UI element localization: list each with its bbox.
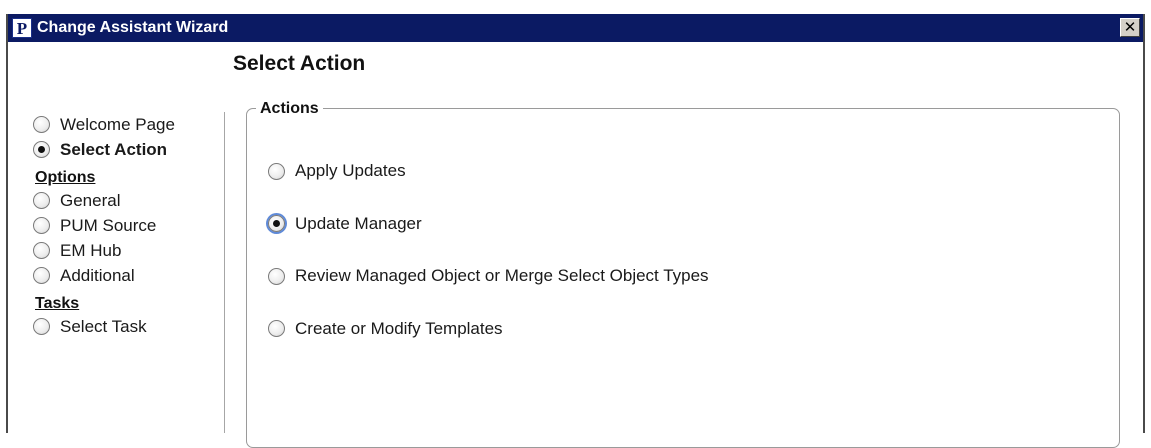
action-create-modify-templates[interactable]: Create or Modify Templates <box>268 316 709 342</box>
nav-section-options: Options <box>35 169 96 186</box>
radio-icon <box>33 116 50 133</box>
nav-step-select-task[interactable]: Select Task <box>33 314 223 339</box>
nav-step-label: Select Task <box>60 316 147 336</box>
radio-icon[interactable] <box>268 162 285 180</box>
nav-step-label: Additional <box>60 265 135 285</box>
actions-radio-group: Apply Updates Update Manager Review Mana… <box>268 158 709 368</box>
nav-step-additional[interactable]: Additional <box>33 263 223 288</box>
radio-icon <box>33 318 50 335</box>
radio-icon <box>33 267 50 284</box>
radio-icon <box>33 217 50 234</box>
window-title: Change Assistant Wizard <box>37 19 229 36</box>
nav-step-label: EM Hub <box>60 240 122 260</box>
close-button[interactable]: ✕ <box>1120 18 1140 37</box>
action-apply-updates[interactable]: Apply Updates <box>268 158 709 184</box>
close-icon: ✕ <box>1123 19 1137 36</box>
nav-step-label: Select Action <box>60 139 168 159</box>
page-title: Select Action <box>233 52 366 75</box>
title-bar[interactable]: P Change Assistant Wizard ✕ <box>8 14 1143 42</box>
radio-icon[interactable] <box>268 320 285 337</box>
nav-step-label: Welcome Page <box>60 114 175 134</box>
action-label: Review Managed Object or Merge Select Ob… <box>295 266 709 285</box>
action-label: Update Manager <box>295 213 422 233</box>
action-update-manager[interactable]: Update Manager <box>268 211 709 237</box>
peoplesoft-p-icon: P <box>12 18 32 38</box>
radio-checked-icon[interactable] <box>268 215 285 232</box>
radio-icon <box>33 192 50 209</box>
radio-icon[interactable] <box>268 267 285 285</box>
nav-section-tasks: Tasks <box>35 295 80 312</box>
action-review-managed-object[interactable]: Review Managed Object or Merge Select Ob… <box>268 263 709 289</box>
nav-step-select-action[interactable]: Select Action <box>33 137 223 162</box>
action-label: Apply Updates <box>295 161 406 180</box>
action-label: Create or Modify Templates <box>295 318 503 338</box>
wizard-step-nav: Welcome Page Select Action Options Gener… <box>33 112 223 339</box>
nav-step-pum-source[interactable]: PUM Source <box>33 213 223 238</box>
nav-step-general[interactable]: General <box>33 188 223 213</box>
radio-icon <box>33 242 50 259</box>
nav-step-label: General <box>60 190 121 210</box>
actions-groupbox-legend: Actions <box>256 100 323 118</box>
radio-checked-icon <box>33 141 50 158</box>
nav-step-em-hub[interactable]: EM Hub <box>33 238 223 263</box>
nav-divider <box>224 112 225 433</box>
nav-step-welcome-page[interactable]: Welcome Page <box>33 112 223 137</box>
nav-step-label: PUM Source <box>60 215 157 235</box>
